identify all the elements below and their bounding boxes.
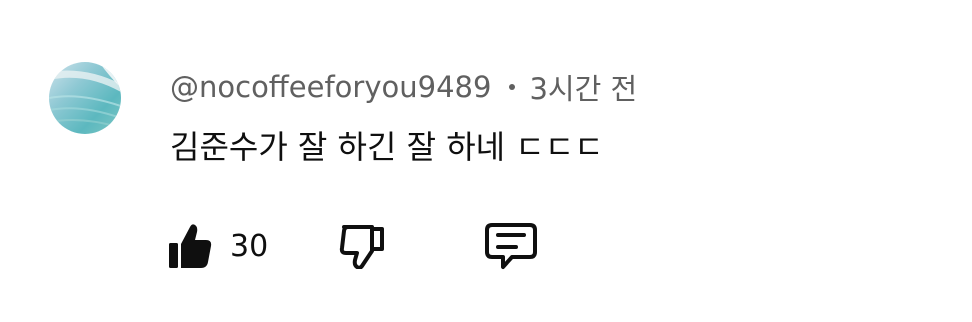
comment-item: @nocoffeeforyou9489 3시간 전 김준수가 잘 하긴 잘 하네…: [0, 0, 972, 322]
separator-dot: [509, 84, 516, 90]
thumbs-up-icon: [169, 224, 212, 268]
comment-text: 김준수가 잘 하긴 잘 하네 ㄷㄷㄷ: [170, 128, 604, 166]
dislike-button[interactable]: [338, 218, 386, 274]
comment-reply-icon: [485, 223, 537, 269]
comment-header: @nocoffeeforyou9489 3시간 전: [170, 64, 637, 110]
thumbs-down-icon: [339, 225, 384, 269]
like-count: 30: [230, 228, 269, 264]
beach-water-avatar-icon: [49, 62, 121, 134]
comment-time: 3시간 전: [529, 72, 638, 106]
reply-button[interactable]: [484, 218, 538, 274]
comment-actions: 30: [168, 218, 568, 274]
like-button[interactable]: 30: [168, 218, 268, 274]
author-name[interactable]: @nocoffeeforyou9489: [170, 70, 491, 104]
avatar[interactable]: [49, 62, 121, 134]
